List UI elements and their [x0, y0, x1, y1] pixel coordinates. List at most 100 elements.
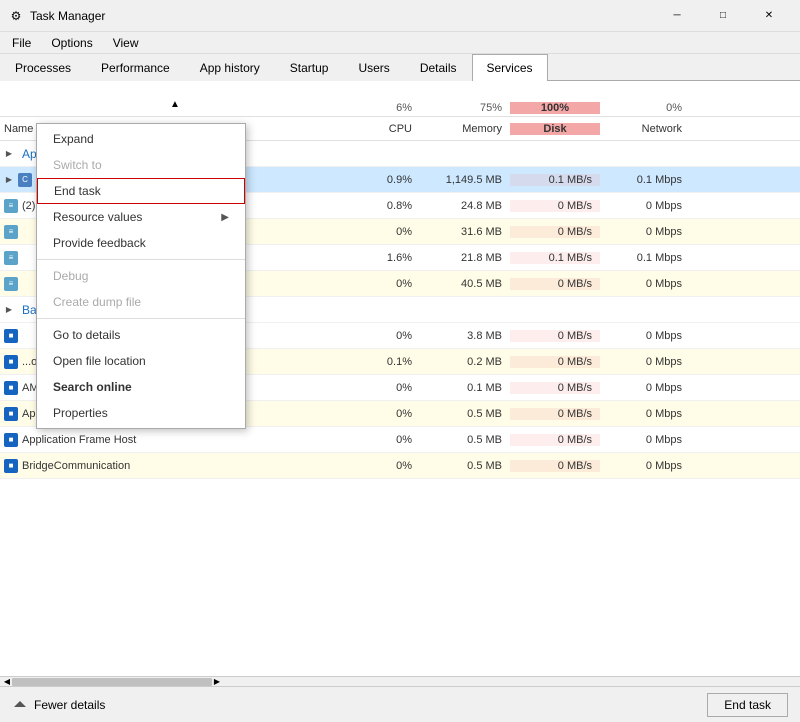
row1-cpu: 0.9%	[350, 174, 420, 186]
process-row[interactable]: ■ BridgeCommunication 0% 0.5 MB 0 MB/s 0…	[0, 453, 800, 479]
ctx-properties[interactable]: Properties	[37, 400, 245, 426]
bg2-icon: ■	[4, 355, 18, 369]
window-controls: ─ □ ✕	[654, 0, 792, 32]
ctx-separator2	[37, 318, 245, 319]
row1-network: 0.1 Mbps	[600, 174, 690, 186]
svc2-icon: ■	[4, 407, 18, 421]
row5-cpu: 0%	[350, 278, 420, 290]
stats-header: ▲ 6% 75% 100% 0%	[0, 81, 800, 117]
tab-details[interactable]: Details	[405, 54, 472, 81]
tab-processes[interactable]: Processes	[0, 54, 86, 81]
tab-app-history[interactable]: App history	[185, 54, 275, 81]
status-bar: Fewer details End task	[0, 686, 800, 722]
svc3-disk: 0 MB/s	[510, 434, 600, 446]
bg1-network: 0 Mbps	[600, 330, 690, 342]
memory-stat: 75%	[420, 102, 510, 114]
tab-startup[interactable]: Startup	[275, 54, 344, 81]
scroll-left-arrow[interactable]: ◀	[2, 677, 12, 687]
svc2-memory: 0.5 MB	[420, 408, 510, 420]
svc4-cpu: 0%	[350, 460, 420, 472]
svc1-cpu: 0%	[350, 382, 420, 394]
bg-expand-arrow[interactable]: ▶	[4, 305, 14, 315]
resource-values-arrow: ▶	[221, 212, 229, 223]
bg2-cpu: 0.1%	[350, 356, 420, 368]
app-icon: ⚙	[8, 8, 24, 24]
menu-file[interactable]: File	[4, 34, 39, 52]
row2-network: 0 Mbps	[600, 200, 690, 212]
svc2-cpu: 0%	[350, 408, 420, 420]
scroll-right-arrow[interactable]: ▶	[212, 677, 222, 687]
col-cpu[interactable]: CPU	[350, 123, 420, 135]
row5-memory: 40.5 MB	[420, 278, 510, 290]
svc3-icon: ■	[4, 433, 18, 447]
stats-empty: ▲	[0, 94, 350, 114]
bg2-network: 0 Mbps	[600, 356, 690, 368]
col-disk[interactable]: Disk	[510, 123, 600, 135]
menu-view[interactable]: View	[105, 34, 147, 52]
bg2-disk: 0 MB/s	[510, 356, 600, 368]
maximize-button[interactable]: □	[700, 0, 746, 32]
bg1-icon: ■	[4, 329, 18, 343]
ctx-open-file-location[interactable]: Open file location	[37, 348, 245, 374]
svc4-network: 0 Mbps	[600, 460, 690, 472]
apps-expand-arrow[interactable]: ▶	[4, 149, 14, 159]
row2-icon: ≡	[4, 199, 18, 213]
context-menu: Expand Switch to End task Resource value…	[36, 123, 246, 429]
ctx-provide-feedback[interactable]: Provide feedback	[37, 230, 245, 256]
svc3-memory: 0.5 MB	[420, 434, 510, 446]
process-row[interactable]: ■ Application Frame Host 0% 0.5 MB 0 MB/…	[0, 427, 800, 453]
row2-disk: 0 MB/s	[510, 200, 600, 212]
fewer-details-icon	[12, 697, 28, 713]
close-button[interactable]: ✕	[746, 0, 792, 32]
col-memory[interactable]: Memory	[420, 123, 510, 135]
tab-performance[interactable]: Performance	[86, 54, 185, 81]
svc1-icon: ■	[4, 381, 18, 395]
disk-stat: 100%	[510, 102, 600, 114]
svc3-name: Application Frame Host	[22, 434, 136, 446]
row5-network: 0 Mbps	[600, 278, 690, 290]
svc3-network: 0 Mbps	[600, 434, 690, 446]
tab-services[interactable]: Services	[472, 54, 548, 81]
row3-cpu: 0%	[350, 226, 420, 238]
ctx-expand[interactable]: Expand	[37, 126, 245, 152]
fewer-details-button[interactable]: Fewer details	[12, 697, 105, 713]
svc1-memory: 0.1 MB	[420, 382, 510, 394]
cpu-stat: 6%	[350, 102, 420, 114]
row1-icon: C	[18, 173, 32, 187]
row1-expand[interactable]: ▶	[4, 175, 14, 185]
ctx-separator1	[37, 259, 245, 260]
svc4-memory: 0.5 MB	[420, 460, 510, 472]
bg1-disk: 0 MB/s	[510, 330, 600, 342]
ctx-end-task[interactable]: End task	[37, 178, 245, 204]
ctx-switch-to: Switch to	[37, 152, 245, 178]
svc4-disk: 0 MB/s	[510, 460, 600, 472]
menu-options[interactable]: Options	[43, 34, 100, 52]
row4-memory: 21.8 MB	[420, 252, 510, 264]
svc4-name: BridgeCommunication	[22, 460, 130, 472]
ctx-debug: Debug	[37, 263, 245, 289]
row2-memory: 24.8 MB	[420, 200, 510, 212]
main-content: ▲ 6% 75% 100% 0% Name CPU Memory Disk Ne…	[0, 81, 800, 676]
tab-users[interactable]: Users	[343, 54, 404, 81]
row5-icon: ≡	[4, 277, 18, 291]
sort-arrow[interactable]: ▲	[166, 94, 184, 114]
scroll-thumb[interactable]	[12, 678, 212, 686]
end-task-button[interactable]: End task	[707, 693, 788, 717]
svc4-icon: ■	[4, 459, 18, 473]
row3-icon: ≡	[4, 225, 18, 239]
ctx-go-to-details[interactable]: Go to details	[37, 322, 245, 348]
bg1-memory: 3.8 MB	[420, 330, 510, 342]
row5-disk: 0 MB/s	[510, 278, 600, 290]
ctx-search-online[interactable]: Search online	[37, 374, 245, 400]
bg1-cpu: 0%	[350, 330, 420, 342]
title-bar: ⚙ Task Manager ─ □ ✕	[0, 0, 800, 32]
row4-icon: ≡	[4, 251, 18, 265]
ctx-resource-values[interactable]: Resource values ▶	[37, 204, 245, 230]
menu-bar: File Options View	[0, 32, 800, 54]
minimize-button[interactable]: ─	[654, 0, 700, 32]
svc2-network: 0 Mbps	[600, 408, 690, 420]
row2-cpu: 0.8%	[350, 200, 420, 212]
svc2-disk: 0 MB/s	[510, 408, 600, 420]
horizontal-scrollbar[interactable]: ◀ ▶	[0, 676, 800, 686]
col-network[interactable]: Network	[600, 123, 690, 135]
